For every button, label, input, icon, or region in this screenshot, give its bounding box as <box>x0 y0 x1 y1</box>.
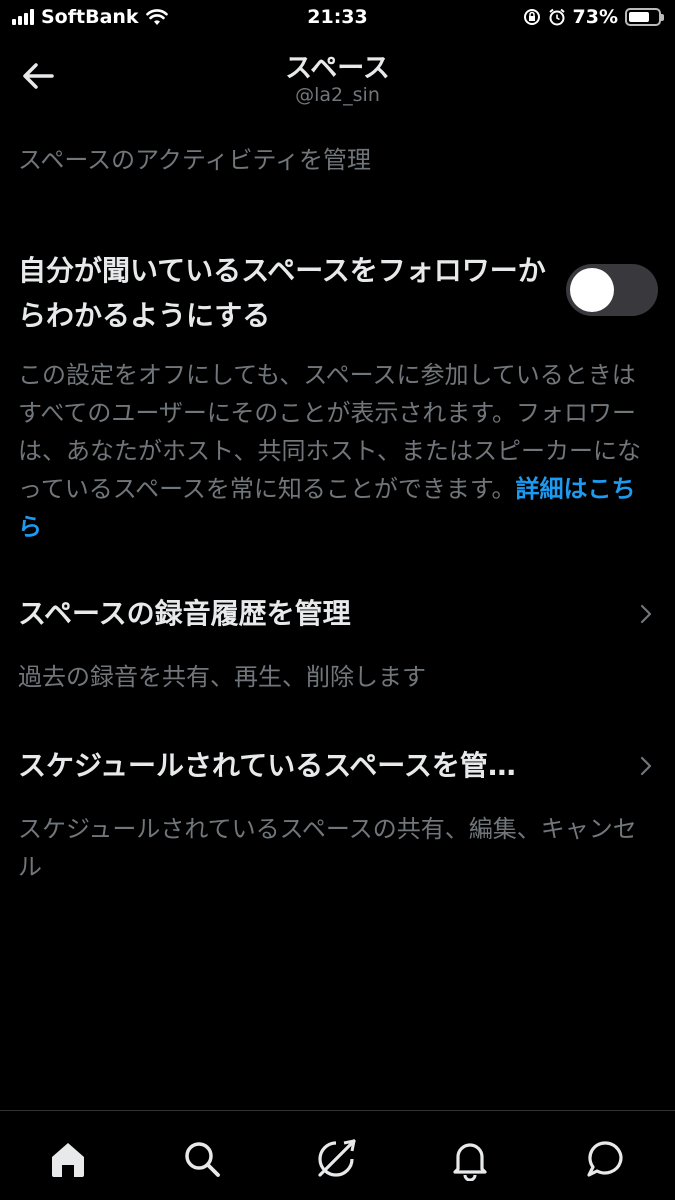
spaces-icon[interactable] <box>314 1137 358 1181</box>
messages-icon[interactable] <box>584 1137 628 1181</box>
manage-recordings-title: スペースの録音履歴を管理 <box>18 597 351 630</box>
notifications-icon[interactable] <box>448 1137 492 1181</box>
battery-icon <box>625 8 664 26</box>
chevron-right-icon <box>640 604 652 624</box>
manage-scheduled-row[interactable]: スケジュールされているスペースを管… スケジュールされているスペースの共有、編集… <box>18 746 663 886</box>
home-icon[interactable] <box>46 1137 90 1181</box>
spaces-settings-screen: SoftBank 21:33 73% スペース @la2_sin スペースのアク… <box>0 0 675 1200</box>
manage-scheduled-subtitle: スケジュールされているスペースの共有、編集、キャンセル <box>18 815 637 881</box>
manage-recordings-subtitle: 過去の録音を共有、再生、削除します <box>18 663 426 691</box>
account-handle: @la2_sin <box>295 84 380 106</box>
follower-visibility-setting: 自分が聞いているスペースをフォロワーからわかるようにする <box>18 248 663 338</box>
battery-percent: 73% <box>572 6 618 28</box>
chevron-right-icon <box>640 756 652 776</box>
battery-fill <box>629 12 650 22</box>
toggle-setting-title: 自分が聞いているスペースをフォロワーからわかるようにする <box>18 254 546 332</box>
status-bar: SoftBank 21:33 73% <box>0 0 675 38</box>
alarm-icon <box>548 8 565 26</box>
setting-description: この設定をオフにしても、スペースに参加しているときはすべてのユーザーにそのことが… <box>18 356 658 546</box>
follower-visibility-toggle[interactable] <box>566 264 658 316</box>
orientation-lock-icon <box>523 9 540 25</box>
search-icon[interactable] <box>180 1137 224 1181</box>
manage-recordings-row[interactable]: スペースの録音履歴を管理 過去の録音を共有、再生、削除します <box>18 594 663 696</box>
header: スペース @la2_sin <box>0 40 675 112</box>
page-title: スペース <box>285 53 390 84</box>
bottom-tab-bar <box>0 1110 675 1200</box>
section-caption: スペースのアクティビティを管理 <box>18 146 372 174</box>
manage-scheduled-title: スケジュールされているスペースを管… <box>18 749 516 782</box>
toggle-knob <box>570 268 614 312</box>
